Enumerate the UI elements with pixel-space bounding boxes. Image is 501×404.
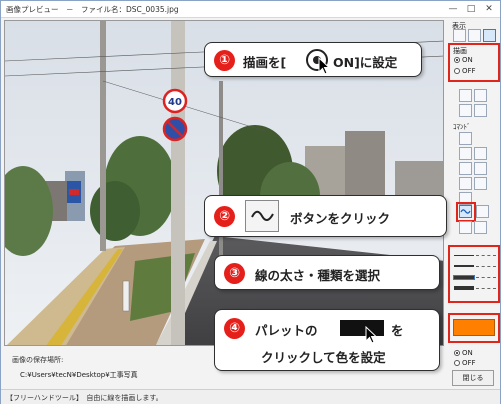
cursor-arrow-icon	[318, 57, 331, 75]
draw-off-label: OFF	[462, 67, 476, 75]
lower-on-radio[interactable]: ON	[454, 349, 473, 357]
line-style-thick[interactable]	[453, 274, 497, 281]
minimize-button[interactable]: —	[446, 2, 460, 16]
step-badge-2: ②	[214, 206, 235, 227]
freehand-button-illustration	[245, 200, 279, 232]
rectangle-icon[interactable]	[459, 177, 472, 190]
step-badge-4: ④	[224, 318, 245, 339]
step-badge-3: ③	[224, 263, 245, 284]
close-button[interactable]: 閉じる	[452, 370, 494, 386]
zoom-in-icon[interactable]	[483, 29, 496, 42]
title-bar: 画像プレビュー － ファイル名：DSC_0035.jpg — □ ✕	[1, 1, 500, 18]
lower-on-label: ON	[462, 349, 473, 357]
draw-off-radio[interactable]: OFF	[454, 67, 476, 75]
eraser-icon[interactable]	[459, 221, 472, 234]
page-icon[interactable]	[474, 104, 487, 117]
lower-off-radio[interactable]: OFF	[454, 359, 476, 367]
crop-icon[interactable]	[474, 89, 487, 102]
line-style-bold[interactable]	[453, 285, 497, 292]
color-palette-swatch[interactable]	[453, 319, 495, 336]
line-icon[interactable]	[459, 162, 472, 175]
callout-4-text-post: を	[391, 323, 404, 338]
pin-icon[interactable]	[474, 147, 487, 160]
callout-2-text: ボタンをクリック	[290, 211, 391, 226]
scissors-icon[interactable]	[459, 89, 472, 102]
stamp-icon[interactable]	[474, 221, 487, 234]
window-title: 画像プレビュー － ファイル名：DSC_0035.jpg	[6, 5, 179, 14]
callout-3-text: 線の太さ・種類を選択	[255, 268, 381, 283]
undo-icon[interactable]	[459, 147, 472, 160]
text-icon[interactable]	[476, 205, 489, 218]
callout-4-text-pre: パレットの	[255, 323, 318, 338]
save-location-path: C:¥Users¥tecN¥Desktop¥工事写真	[20, 371, 138, 379]
callout-4: ④ パレットの を クリックして色を設定	[214, 309, 440, 371]
line-style-medium[interactable]	[453, 263, 497, 270]
status-bar: 【フリーハンドツール】 自由に線を描画します。	[1, 389, 500, 404]
filled-rectangle-icon[interactable]	[474, 177, 487, 190]
arrow-icon[interactable]	[474, 162, 487, 175]
callout-1-text-post: ON]に設定	[333, 55, 398, 70]
status-text: 【フリーハンドツール】 自由に線を描画します。	[6, 394, 163, 402]
close-window-button[interactable]: ✕	[482, 2, 496, 16]
preview-window: 画像プレビュー － ファイル名：DSC_0035.jpg — □ ✕ 40 画像…	[0, 0, 501, 404]
draw-on-label: ON	[462, 56, 473, 64]
frame-icon[interactable]	[459, 104, 472, 117]
zoom-fit-icon[interactable]	[468, 29, 481, 42]
lower-off-label: OFF	[462, 359, 476, 367]
step-badge-1: ①	[214, 50, 235, 71]
maximize-button[interactable]: □	[464, 2, 478, 16]
callout-1: ① 描画を[ ON]に設定	[204, 42, 422, 77]
speed-limit-sign: 40	[168, 97, 182, 108]
hand-icon[interactable]	[459, 132, 472, 145]
callout-2: ② ボタンをクリック	[204, 195, 447, 237]
save-location-label: 画像の保存場所:	[12, 356, 64, 364]
freehand-wave-icon[interactable]	[459, 205, 472, 218]
callout-4-text-line2: クリックして色を設定	[261, 350, 386, 365]
draw-label: 描画	[453, 47, 467, 55]
callout-1-text-pre: 描画を[	[243, 55, 287, 70]
callout-3: ③ 線の太さ・種類を選択	[214, 255, 440, 290]
command-label: ｺﾏﾝﾄﾞ	[453, 123, 471, 131]
zoom-out-icon[interactable]	[453, 29, 466, 42]
draw-on-radio[interactable]: ON	[454, 56, 473, 64]
cursor-arrow-icon-2	[365, 326, 378, 344]
line-style-thin[interactable]	[453, 252, 497, 259]
